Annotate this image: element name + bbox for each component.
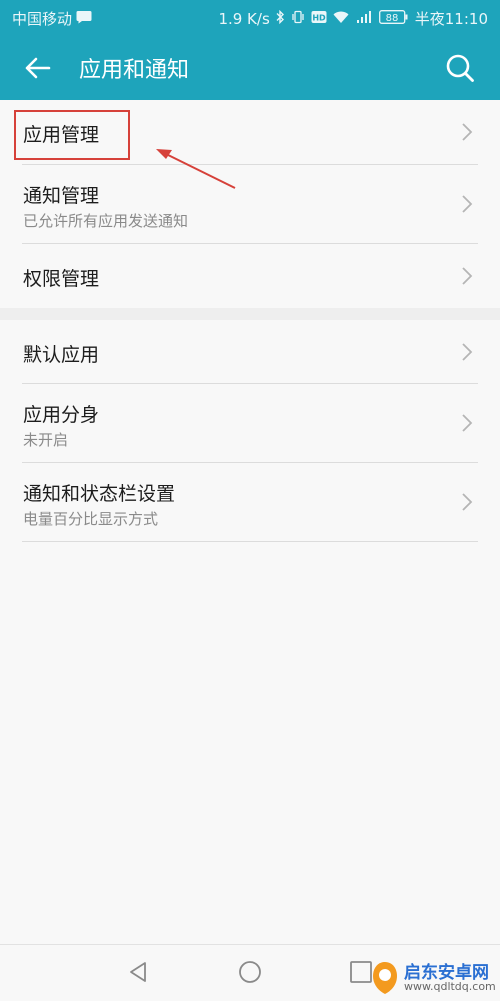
svg-text:HD: HD [312,13,326,22]
setting-label: 应用分身 [23,404,100,426]
chevron-right-icon [462,195,473,213]
battery-level: 88 [385,13,398,24]
status-bar: 中国移动 1.9 K/s HD 88 半夜11:10 [0,0,500,36]
divider [22,541,478,542]
status-right: 1.9 K/s HD 88 半夜11:10 [218,8,488,29]
status-left: 中国移动 [12,8,92,29]
message-icon [76,10,92,28]
app-bar: 应用和通知 [0,36,500,100]
watermark: 启东安卓网 www.qdltdq.com [368,958,500,1000]
hd-icon: HD [311,10,327,28]
watermark-url: www.qdltdq.com [404,980,496,993]
wifi-icon [333,10,349,28]
setting-subtitle: 未开启 [23,431,69,449]
setting-notification-statusbar[interactable]: 通知和状态栏设置 电量百分比显示方式 [0,462,500,541]
setting-app-twin[interactable]: 应用分身 未开启 [0,383,500,462]
page-title: 应用和通知 [79,58,190,83]
chevron-right-icon [462,343,473,361]
chevron-right-icon [462,123,473,141]
setting-label: 通知管理 [23,185,100,207]
signal-icon [355,10,373,28]
home-circle-icon[interactable] [237,959,263,985]
network-speed: 1.9 K/s [218,9,270,28]
chevron-right-icon [462,493,473,511]
setting-label: 通知和状态栏设置 [23,483,176,505]
carrier-label: 中国移动 [12,10,73,28]
settings-group-2: 默认应用 应用分身 未开启 通知和状态栏设置 电量百分比显示方式 [0,320,500,542]
setting-default-apps[interactable]: 默认应用 [0,320,500,383]
chevron-right-icon [462,414,473,432]
setting-subtitle: 已允许所有应用发送通知 [23,212,189,230]
bluetooth-icon [276,9,285,28]
setting-permission-management[interactable]: 权限管理 [0,243,500,308]
clock: 半夜11:10 [414,10,488,28]
back-arrow-icon[interactable] [20,50,56,86]
vibrate-icon [291,10,305,28]
setting-notification-management[interactable]: 通知管理 已允许所有应用发送通知 [0,164,500,243]
back-triangle-icon[interactable] [126,959,152,985]
section-gap [0,308,500,320]
setting-label: 默认应用 [23,344,100,366]
watermark-logo-icon [373,962,397,994]
annotation-arrow-icon [156,149,236,189]
setting-label: 权限管理 [23,268,100,290]
chevron-right-icon [462,267,473,285]
battery-icon: 88 [378,9,409,29]
search-icon[interactable] [442,50,478,86]
highlight-box [14,110,130,160]
setting-subtitle: 电量百分比显示方式 [23,510,159,528]
